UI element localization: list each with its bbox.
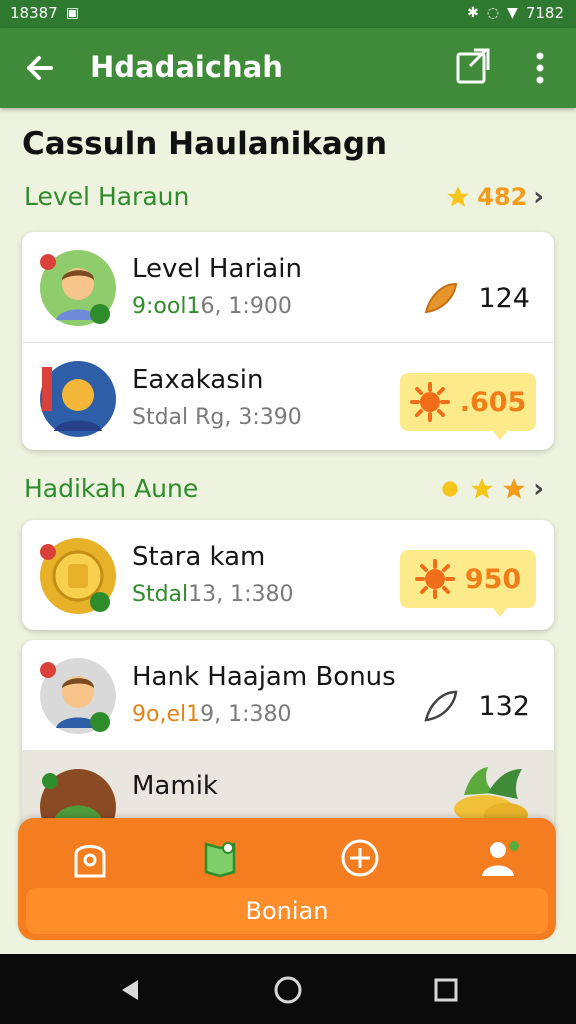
nav-profile-button[interactable] bbox=[470, 828, 530, 888]
card-list-1: Level Hariain 9:ool16, 1:900 124 Eaxakas… bbox=[22, 232, 554, 450]
bluetooth-icon: ✱ bbox=[467, 5, 479, 21]
item-subtitle-suffix: 13, 1:380 bbox=[188, 582, 294, 607]
bottom-panel: Bonian bbox=[18, 818, 556, 940]
item-subtitle-prefix: 9:ool1 bbox=[132, 294, 201, 319]
back-button[interactable] bbox=[20, 48, 60, 88]
more-options-button[interactable] bbox=[526, 46, 554, 90]
chevron-right-icon: › bbox=[533, 182, 544, 212]
wifi-icon: ▼ bbox=[507, 5, 518, 21]
item-value: 124 bbox=[420, 278, 530, 318]
profile-icon bbox=[482, 841, 519, 876]
nav-map-button[interactable] bbox=[190, 828, 250, 888]
share-button[interactable] bbox=[452, 44, 496, 88]
app-title: Hdadaichah bbox=[90, 50, 283, 84]
item-subtitle-suffix: 6, 1:900 bbox=[200, 294, 292, 319]
nav-home-button[interactable] bbox=[60, 828, 120, 888]
item-subtitle-prefix: 9o,el1 bbox=[132, 702, 201, 727]
chevron-right-icon: › bbox=[533, 474, 544, 504]
star-icon bbox=[503, 478, 526, 499]
item-subtitle: Stdal Rg, 3:390 bbox=[132, 405, 302, 430]
triangle-back-icon bbox=[122, 980, 138, 1000]
share-icon bbox=[456, 48, 490, 84]
square-recents-icon bbox=[434, 978, 458, 1002]
section-label: Level Haraun bbox=[24, 182, 190, 211]
battery-text: 7182 bbox=[525, 4, 564, 22]
more-vert-icon bbox=[536, 52, 544, 84]
gallery-icon: ▣ bbox=[65, 5, 79, 21]
reward-value: 950 bbox=[464, 563, 522, 595]
home-icon bbox=[74, 845, 106, 878]
leaf-outline-icon bbox=[424, 690, 458, 722]
item-value-number: 124 bbox=[478, 282, 530, 314]
status-bar: 18387 ▣ ✱ ◌ ▼ 7182 bbox=[0, 0, 576, 28]
list-item[interactable]: Stara kam Stdal13, 1:380 950 bbox=[22, 520, 554, 630]
item-name: Stara kam bbox=[132, 542, 266, 572]
item-subtitle-prefix: Stdal bbox=[132, 582, 189, 607]
status-time: 18387 bbox=[10, 4, 58, 22]
section-label: Hadikah Aune bbox=[24, 474, 199, 503]
item-value: 132 bbox=[420, 686, 530, 726]
reward-bubble[interactable]: 950 bbox=[400, 550, 536, 617]
section-reward-value: 482 bbox=[477, 183, 528, 211]
item-subtitle-suffix: Stdal Rg, 3:390 bbox=[132, 405, 302, 430]
avatar bbox=[40, 250, 116, 326]
nav-back-button[interactable] bbox=[114, 974, 146, 1006]
list-item[interactable]: Eaxakasin Stdal Rg, 3:390 .605 bbox=[22, 342, 554, 450]
item-subtitle-suffix: 9, 1:380 bbox=[200, 702, 292, 727]
card-list-2a: Stara kam Stdal13, 1:380 950 bbox=[22, 520, 554, 630]
reward-value: .605 bbox=[459, 386, 527, 418]
back-arrow-icon bbox=[27, 56, 53, 80]
section-header-level[interactable]: Level Haraun 482 › bbox=[24, 182, 544, 216]
item-name: Mamik bbox=[132, 771, 218, 801]
item-name: Hank Haajam Bonus bbox=[132, 662, 396, 692]
item-subtitle: Stdal13, 1:380 bbox=[132, 582, 294, 607]
list-item[interactable]: Hank Haajam Bonus 9o,el19, 1:380 132 bbox=[22, 640, 554, 750]
add-icon bbox=[341, 839, 379, 877]
section-stars: › bbox=[437, 474, 544, 504]
page-heading: Cassuln Haulanikagn bbox=[22, 126, 388, 162]
circle-home-icon bbox=[274, 976, 302, 1004]
system-nav-bar bbox=[0, 954, 576, 1024]
avatar bbox=[40, 361, 116, 437]
section-reward: 482 › bbox=[445, 182, 544, 212]
avatar bbox=[40, 658, 116, 734]
item-subtitle: 9o,el19, 1:380 bbox=[132, 702, 292, 727]
leaf-icon bbox=[425, 282, 458, 314]
star-icon bbox=[471, 478, 494, 499]
sun-icon bbox=[409, 382, 450, 422]
card-list-2b: Hank Haajam Bonus 9o,el19, 1:380 132 Mam… bbox=[22, 640, 554, 840]
reward-bubble[interactable]: .605 bbox=[400, 373, 536, 440]
app-bar: Hdadaichah bbox=[0, 28, 576, 108]
star-icon bbox=[447, 186, 470, 207]
item-subtitle: 9:ool16, 1:900 bbox=[132, 294, 292, 319]
map-icon bbox=[204, 842, 236, 878]
item-name: Level Hariain bbox=[132, 254, 302, 284]
alarm-icon: ◌ bbox=[486, 5, 500, 21]
nav-home-system-button[interactable] bbox=[272, 974, 304, 1006]
bottom-nav bbox=[18, 828, 556, 888]
sun-icon bbox=[414, 559, 455, 599]
item-value-number: 132 bbox=[478, 690, 530, 722]
bonus-button[interactable]: Bonian bbox=[26, 888, 548, 934]
sun-icon bbox=[442, 481, 458, 497]
nav-recents-button[interactable] bbox=[430, 974, 462, 1006]
list-item[interactable]: Level Hariain 9:ool16, 1:900 124 bbox=[22, 232, 554, 342]
nav-add-button[interactable] bbox=[330, 828, 390, 888]
avatar bbox=[40, 538, 116, 614]
item-name: Eaxakasin bbox=[132, 365, 264, 395]
section-header-hadikah[interactable]: Hadikah Aune › bbox=[24, 474, 544, 508]
